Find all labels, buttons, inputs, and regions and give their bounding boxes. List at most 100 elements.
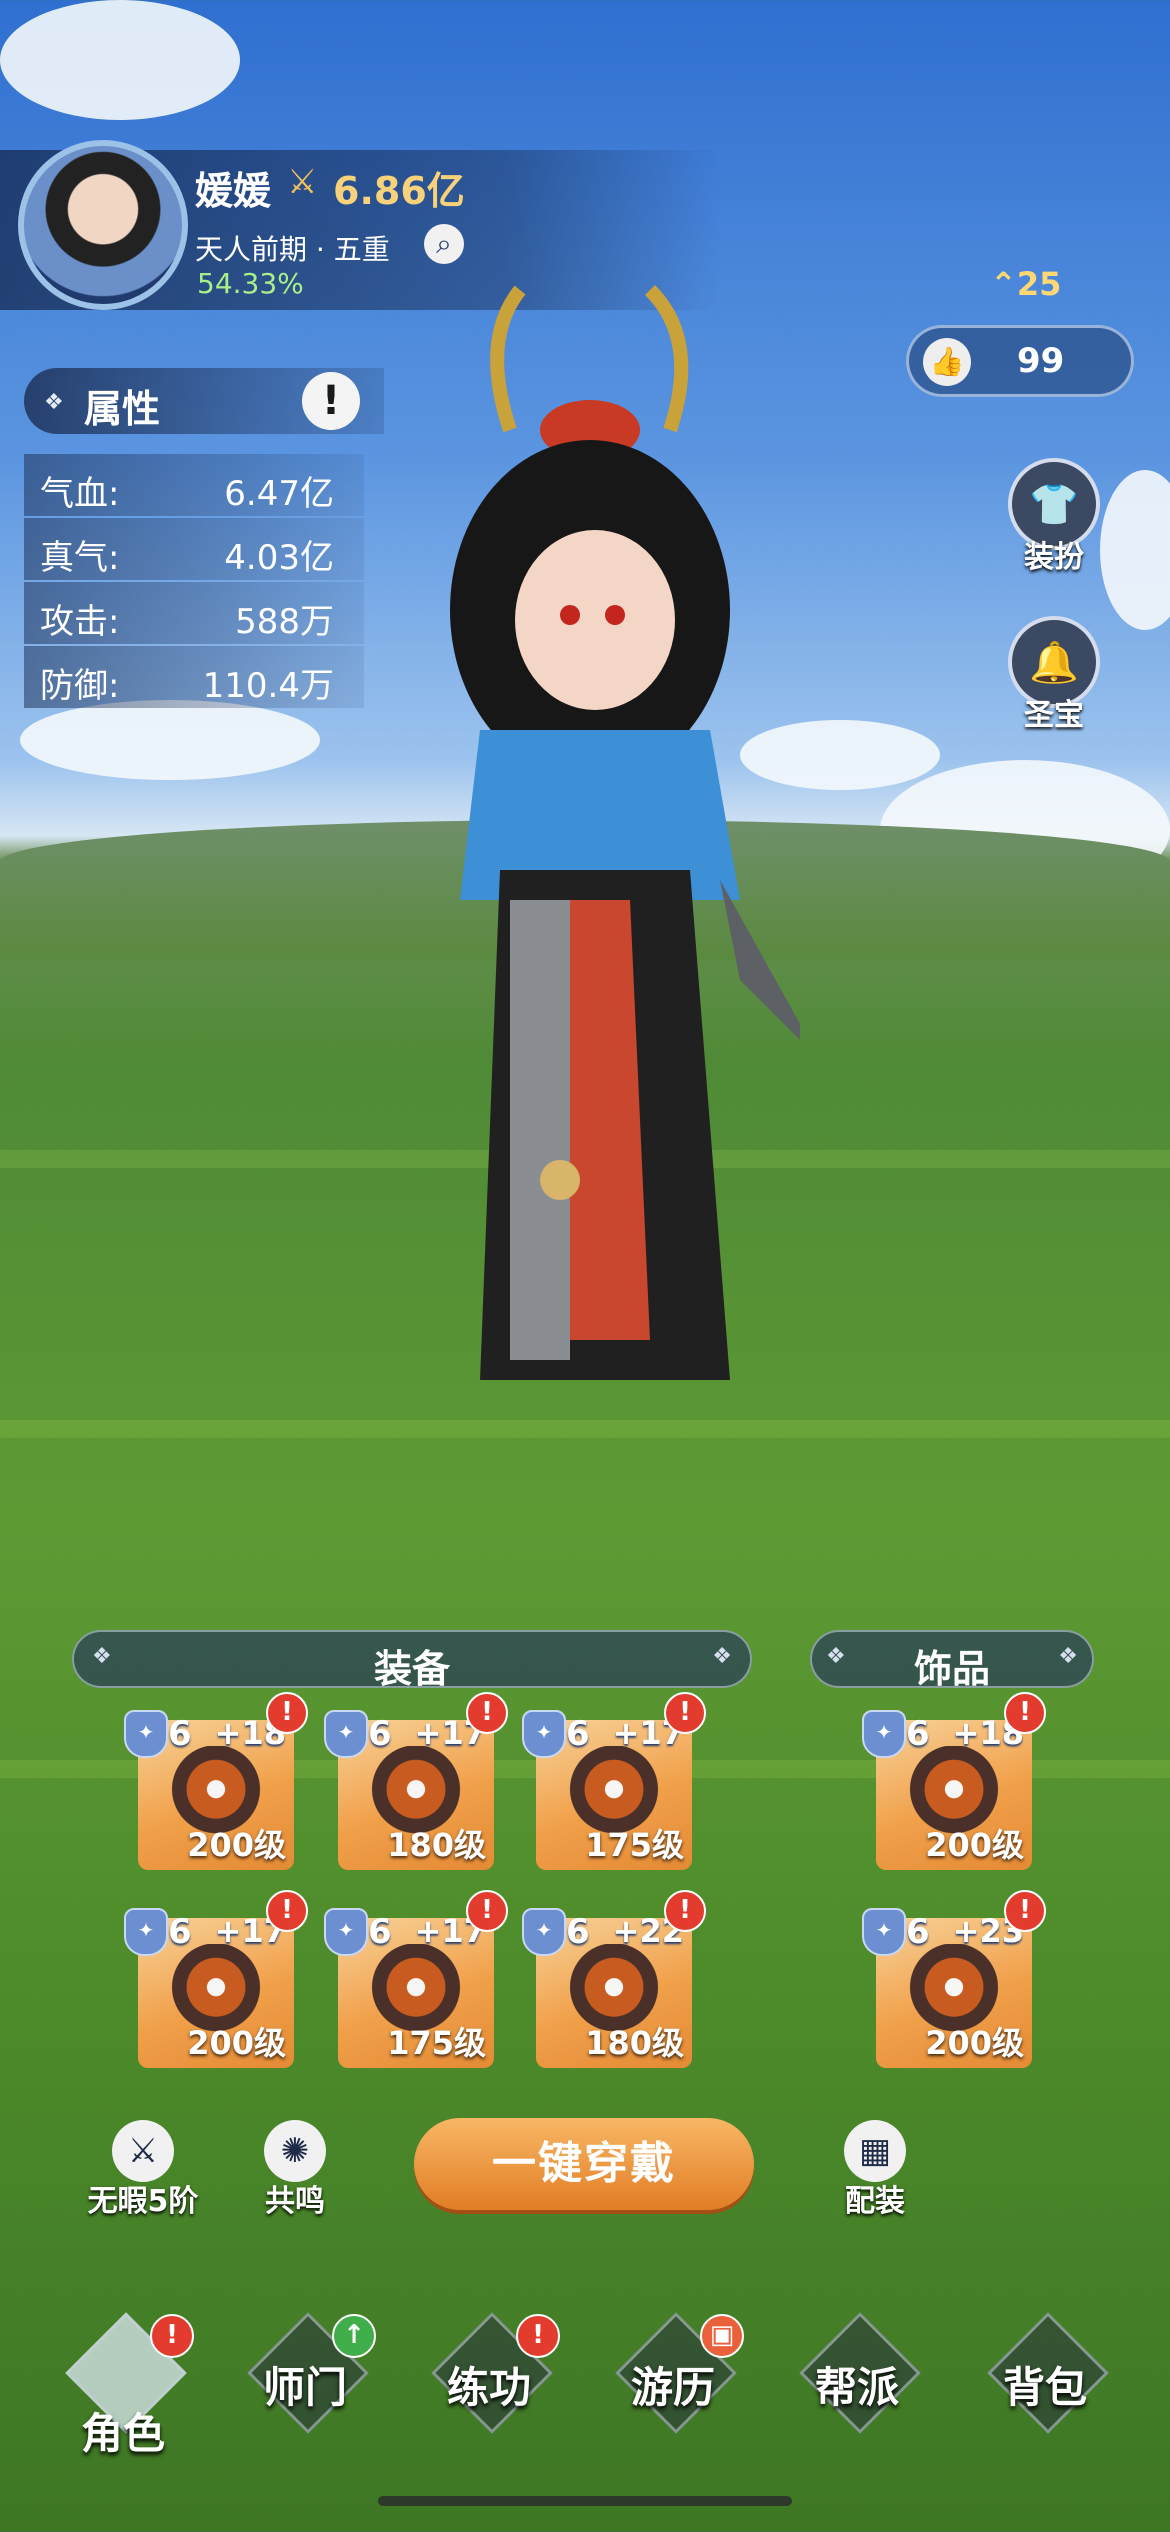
rank-up-icon: ⌃ [990, 265, 1017, 303]
equipment-header: ❖ 装备 ❖ [72, 1630, 752, 1691]
accessory-slot-amulet[interactable]: ✦ 6 +23 200级 ! [862, 1890, 1046, 2068]
attribute-label: 气血: [40, 474, 120, 514]
alert-icon: ! [664, 1890, 706, 1932]
equipment-tier: 6 [168, 1912, 192, 1952]
thumbs-up-icon: 👍 [923, 338, 971, 386]
chest-icon: ▣ [700, 2314, 744, 2358]
shield-star-icon: ✦ [522, 1710, 566, 1758]
shield-star-icon: ✦ [324, 1908, 368, 1956]
nav-label: 游历 [630, 2363, 715, 2412]
nav-character[interactable]: 角色 ! [48, 2312, 198, 2460]
player-realm: 天人前期 · 五重 [195, 233, 390, 266]
equipment-tier: 6 [368, 1912, 392, 1952]
shield-star-icon: ✦ [862, 1908, 906, 1956]
home-indicator[interactable] [378, 2496, 792, 2506]
equipment-title: 装备 [373, 1647, 450, 1691]
equipment-level: 180级 [585, 2024, 684, 2062]
arrow-up-icon: ↑ [332, 2314, 376, 2358]
cloud [1100, 470, 1170, 630]
like-count: 99 [1017, 341, 1065, 381]
equipment-tier: 6 [368, 1714, 392, 1754]
attribute-value: 4.03亿 [224, 538, 334, 578]
sword-emblem-icon: ⚔ [112, 2120, 174, 2182]
like-button[interactable]: 👍 99 [906, 325, 1134, 397]
equipment-level: 175级 [585, 1826, 684, 1864]
nav-label: 帮派 [814, 2363, 899, 2412]
equip-all-label: 一键穿戴 [492, 2138, 676, 2189]
nav-label: 练功 [446, 2363, 531, 2412]
wuxia-label: 无暇5阶 [87, 2184, 199, 2219]
equipment-tier: 6 [906, 1714, 930, 1754]
equipment-level: 200级 [925, 2024, 1024, 2062]
alert-icon: ! [516, 2314, 560, 2358]
equip-all-button[interactable]: 一键穿戴 [414, 2118, 754, 2210]
attribute-value: 6.47亿 [224, 474, 334, 514]
attributes-header: ❖ 属性 ! [24, 368, 384, 434]
treasure-label: 圣宝 [1024, 698, 1084, 733]
treasure-button[interactable]: 🔔 圣宝 [1004, 616, 1104, 734]
attribute-row: 攻击: 588万 [24, 582, 364, 644]
shield-star-icon: ✦ [124, 1908, 168, 1956]
nav-bag[interactable]: 背包 [970, 2312, 1120, 2460]
rank-display: ⌃25 [990, 265, 1061, 303]
resonance-label: 共鸣 [265, 2184, 325, 2219]
alert-icon: ! [266, 1890, 308, 1932]
equipment-slot-legs[interactable]: ✦ 6 +17 200级 ! [124, 1890, 308, 2068]
accessory-slot-ring[interactable]: ✦ 6 +18 200级 ! [862, 1692, 1046, 1870]
search-icon[interactable]: ⌕ [424, 224, 464, 264]
accessories-header: ❖ 饰品 ❖ [810, 1630, 1094, 1691]
info-icon[interactable]: ! [302, 372, 360, 430]
nav-sect[interactable]: 师门 ↑ [230, 2312, 380, 2460]
attribute-label: 防御: [40, 666, 120, 706]
shield-star-icon: ✦ [862, 1710, 906, 1758]
diamond-icon: ❖ [712, 1644, 732, 1669]
attribute-value: 110.4万 [202, 666, 334, 706]
power-icon: ⚔ [287, 162, 318, 202]
equipment-tier: 6 [168, 1714, 192, 1754]
equipment-level: 200级 [925, 1826, 1024, 1864]
wuxia-button[interactable]: ⚔ 无暇5阶 [78, 2120, 208, 2220]
equipment-tier: 6 [906, 1912, 930, 1952]
combat-power: 6.86亿 [333, 169, 465, 213]
equipment-slot-boots[interactable]: ✦ 6 +22 180级 ! [522, 1890, 706, 2068]
loadout-button[interactable]: ▦ 配装 [810, 2120, 940, 2220]
attribute-row: 气血: 6.47亿 [24, 454, 364, 516]
nav-label: 背包 [1002, 2363, 1087, 2412]
equipment-slot-weapon[interactable]: ✦ 6 +18 200级 ! [124, 1692, 308, 1870]
nav-guild[interactable]: 帮派 [782, 2312, 932, 2460]
equipment-level: 175级 [387, 2024, 486, 2062]
equipment-tier: 6 [566, 1714, 590, 1754]
alert-icon: ! [466, 1692, 508, 1734]
loadout-label: 配装 [845, 2184, 905, 2219]
resonance-button[interactable]: ✺ 共鸣 [230, 2120, 360, 2220]
nav-label: 角色 [80, 2409, 165, 2458]
cloud [20, 700, 320, 780]
shield-star-icon: ✦ [324, 1710, 368, 1758]
equipment-tier: 6 [566, 1912, 590, 1952]
nav-travel[interactable]: 游历 ▣ [598, 2312, 748, 2460]
rank-value: 25 [1016, 265, 1062, 303]
attribute-label: 真气: [40, 538, 120, 578]
diamond-icon: ❖ [44, 390, 64, 415]
nav-label: 师门 [262, 2363, 347, 2412]
attribute-row: 真气: 4.03亿 [24, 518, 364, 580]
realm-progress: 54.33% [197, 267, 304, 300]
attribute-value: 588万 [235, 602, 334, 642]
grid-icon: ▦ [844, 2120, 906, 2182]
nav-training[interactable]: 练功 ! [414, 2312, 564, 2460]
attribute-row: 防御: 110.4万 [24, 646, 364, 708]
equipment-slot-helmet[interactable]: ✦ 6 +17 180级 ! [324, 1692, 508, 1870]
alert-icon: ! [266, 1692, 308, 1734]
alert-icon: ! [150, 2314, 194, 2358]
outfit-button[interactable]: 👕 装扮 [1004, 458, 1104, 576]
equipment-slot-belt[interactable]: ✦ 6 +17 175级 ! [324, 1890, 508, 2068]
shield-star-icon: ✦ [124, 1710, 168, 1758]
equipment-slot-armor[interactable]: ✦ 6 +17 175级 ! [522, 1692, 706, 1870]
player-character[interactable] [400, 280, 800, 1480]
alert-icon: ! [1004, 1692, 1046, 1734]
player-avatar[interactable] [18, 140, 188, 310]
attribute-label: 攻击: [40, 602, 120, 642]
attributes-title: 属性 [84, 387, 161, 431]
alert-icon: ! [466, 1890, 508, 1932]
equipment-level: 180级 [387, 1826, 486, 1864]
